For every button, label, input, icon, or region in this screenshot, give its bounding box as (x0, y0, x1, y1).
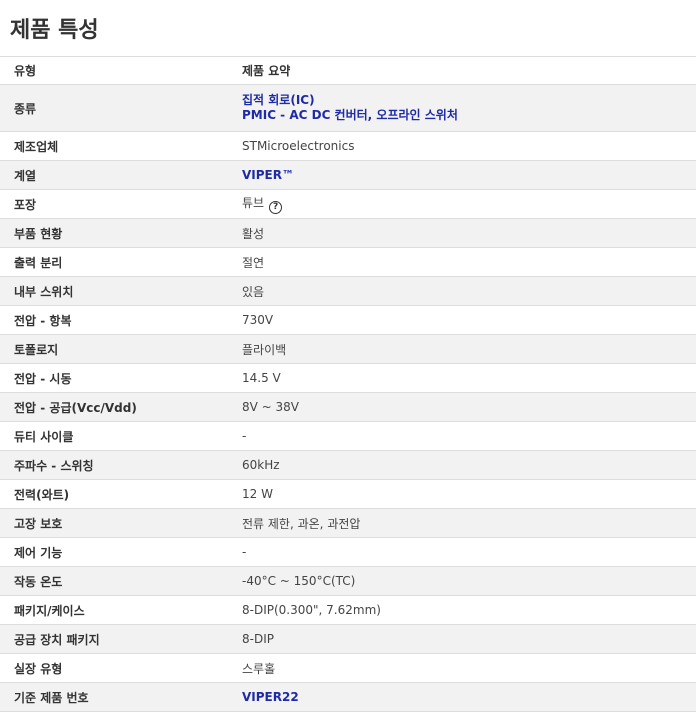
attribute-value: 플라이백 (228, 334, 696, 364)
attribute-value: 절연 (228, 247, 696, 277)
attribute-label: 공급 장치 패키지 (0, 624, 228, 654)
attribute-label: 고장 보호 (0, 508, 228, 538)
table-header-row: 유형 제품 요약 (0, 56, 696, 85)
table-row: 전압 - 시동 14.5 V (0, 363, 696, 393)
attribute-value: 730V (228, 305, 696, 335)
product-attributes-table: 유형 제품 요약 종류 집적 회로(IC) PMIC - AC DC 컨버터, … (0, 56, 696, 712)
attribute-label: 내부 스위치 (0, 276, 228, 306)
table-row: 출력 분리 절연 (0, 247, 696, 277)
attribute-value: 있음 (228, 276, 696, 306)
category-link-ic[interactable]: 집적 회로(IC) (242, 93, 696, 108)
attribute-label: 제어 기능 (0, 537, 228, 567)
table-row: 고장 보호 전류 제한, 과온, 과전압 (0, 508, 696, 538)
table-row: 패키지/케이스 8-DIP(0.300", 7.62mm) (0, 595, 696, 625)
category-link-pmic[interactable]: PMIC - AC DC 컨버터, 오프라인 스위처 (242, 108, 696, 123)
attribute-label: 패키지/케이스 (0, 595, 228, 625)
attribute-label: 실장 유형 (0, 653, 228, 683)
table-row: 제어 기능 - (0, 537, 696, 567)
attribute-value: 활성 (228, 218, 696, 248)
summary-column-header: 제품 요약 (228, 56, 696, 85)
help-circle-icon[interactable]: ? (269, 201, 283, 214)
attribute-value: 12 W (228, 479, 696, 509)
attribute-label: 포장 (0, 189, 228, 219)
type-column-header: 유형 (0, 56, 228, 85)
attribute-label: 전력(와트) (0, 479, 228, 509)
table-row: 주파수 - 스위칭 60kHz (0, 450, 696, 480)
attribute-value: 8V ~ 38V (228, 392, 696, 422)
attribute-label: 제조업체 (0, 131, 228, 161)
table-row: 작동 온도 -40°C ~ 150°C(TC) (0, 566, 696, 596)
table-row: 토폴로지 플라이백 (0, 334, 696, 364)
attribute-value: 14.5 V (228, 363, 696, 393)
table-row: 듀티 사이클 - (0, 421, 696, 451)
table-row: 전력(와트) 12 W (0, 479, 696, 509)
table-row: 포장 튜브? (0, 189, 696, 219)
attribute-value: 튜브 (242, 196, 265, 210)
attribute-label: 듀티 사이클 (0, 421, 228, 451)
attribute-label: 종류 (0, 84, 228, 132)
page-title: 제품 특성 (10, 18, 99, 43)
attribute-label: 부품 현황 (0, 218, 228, 248)
table-row: 전압 - 공급(Vcc/Vdd) 8V ~ 38V (0, 392, 696, 422)
attribute-label: 계열 (0, 160, 228, 190)
series-link[interactable]: VIPER™ (242, 168, 294, 182)
table-row: 공급 장치 패키지 8-DIP (0, 624, 696, 654)
base-product-link[interactable]: VIPER22 (242, 690, 299, 704)
attribute-label: 전압 - 항복 (0, 305, 228, 335)
attribute-value: STMicroelectronics (228, 131, 696, 161)
attribute-label: 주파수 - 스위칭 (0, 450, 228, 480)
table-row: 부품 현황 활성 (0, 218, 696, 248)
attribute-label: 출력 분리 (0, 247, 228, 277)
attribute-value: -40°C ~ 150°C(TC) (228, 566, 696, 596)
table-row: 전압 - 항복 730V (0, 305, 696, 335)
attribute-label: 전압 - 공급(Vcc/Vdd) (0, 392, 228, 422)
attribute-value: - (228, 537, 696, 567)
attribute-label: 토폴로지 (0, 334, 228, 364)
attribute-value: 8-DIP (228, 624, 696, 654)
attribute-label: 기준 제품 번호 (0, 682, 228, 712)
attribute-value: 60kHz (228, 450, 696, 480)
table-row: 실장 유형 스루홀 (0, 653, 696, 683)
attribute-label: 전압 - 시동 (0, 363, 228, 393)
table-row: 계열 VIPER™ (0, 160, 696, 190)
attribute-value: 스루홀 (228, 653, 696, 683)
attribute-value: 전류 제한, 과온, 과전압 (228, 508, 696, 538)
attribute-value: 8-DIP(0.300", 7.62mm) (228, 595, 696, 625)
table-row: 내부 스위치 있음 (0, 276, 696, 306)
attribute-value: - (228, 421, 696, 451)
table-row: 기준 제품 번호 VIPER22 (0, 682, 696, 712)
attribute-label: 작동 온도 (0, 566, 228, 596)
table-row: 제조업체 STMicroelectronics (0, 131, 696, 161)
table-row: 종류 집적 회로(IC) PMIC - AC DC 컨버터, 오프라인 스위처 (0, 84, 696, 132)
